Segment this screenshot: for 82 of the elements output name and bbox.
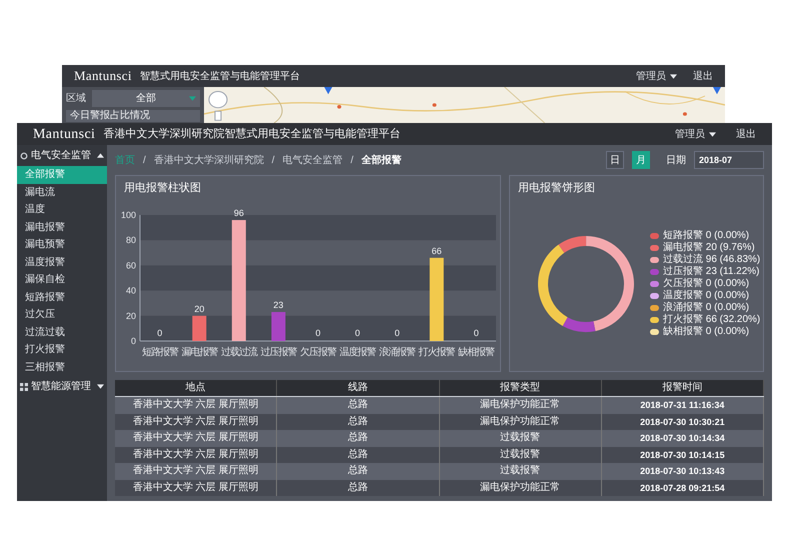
bar-value-label: 0	[474, 328, 479, 338]
bar-value-label: 0	[316, 328, 320, 338]
category-label: 过压报警	[260, 346, 296, 358]
breadcrumb-link[interactable]: 香港中文大学深圳研究院	[154, 152, 264, 168]
bar	[271, 312, 286, 340]
breadcrumb-separator: /	[142, 154, 147, 168]
legend-label: 欠压报警 0 (0.00%)	[663, 276, 750, 290]
sidebar-item[interactable]: 温度报警	[17, 254, 107, 271]
category-label: 短路报警	[142, 346, 178, 358]
bar-value-label: 23	[273, 300, 284, 310]
window-title: 香港中文大学深圳研究院智慧式用电安全监管与电能管理平台	[103, 126, 400, 142]
window-title: 智慧式用电安全监管与电能管理平台	[140, 70, 300, 84]
y-tick-label: 0	[130, 336, 136, 346]
column-header: 报警时间	[602, 380, 764, 396]
category-label: 缺相报警	[458, 346, 494, 358]
user-menu[interactable]: 管理员	[636, 68, 677, 84]
table-cell: 香港中文大学 六层 展厅照明	[115, 480, 278, 496]
sidebar-group[interactable]: 智慧能源管理	[17, 376, 107, 397]
bar	[192, 315, 206, 340]
column-header: 线路	[277, 380, 440, 396]
caret-icon	[709, 132, 716, 136]
breadcrumb-current: 全部报警	[361, 154, 402, 168]
sidebar-item[interactable]: 打火报警	[17, 341, 107, 358]
sidebar-item[interactable]: 漏保自检	[17, 271, 107, 288]
panel-title: 今日警报占比情况	[66, 110, 200, 122]
date-label: 日期	[666, 154, 686, 168]
bar-value-label: 0	[355, 328, 360, 338]
y-tick-label: 40	[126, 285, 136, 296]
legend-label: 温度报警 0 (0.00%)	[663, 288, 750, 302]
sidebar-item[interactable]: 漏电报警	[17, 218, 107, 236]
sidebar-item[interactable]: 漏电预警	[17, 236, 107, 254]
logout-link[interactable]: 退出	[736, 126, 756, 142]
period-button[interactable]: 日	[606, 151, 624, 169]
category-label: 欠压报警	[300, 346, 336, 358]
y-tick-label: 80	[126, 234, 136, 245]
region-select[interactable]: 全部	[92, 90, 200, 107]
grid-icon	[20, 382, 28, 390]
column-header: 报警类型	[440, 380, 602, 396]
legend-label: 过压报警 23 (11.22%)	[663, 264, 760, 278]
legend-label: 漏电报警 20 (9.76%)	[663, 240, 755, 254]
logout-link[interactable]: 退出	[693, 68, 713, 84]
sidebar-group[interactable]: 电气安全监管	[17, 145, 107, 166]
sidebar-item[interactable]: 三相报警	[17, 358, 107, 376]
bar-value-label: 66	[432, 245, 442, 256]
caret-icon	[189, 96, 196, 101]
table-cell: 2018-07-28 09:21:54	[602, 480, 764, 496]
category-label: 漏电报警	[181, 346, 218, 358]
chart-title: 用电报警柱状图	[123, 181, 202, 196]
category-label: 打火报警	[418, 346, 455, 358]
sidebar-item[interactable]: 漏电流	[17, 184, 107, 201]
y-tick-label: 60	[126, 260, 136, 270]
legend-label: 浪涌报警 0 (0.00%)	[663, 300, 750, 314]
bar-value-label: 20	[194, 303, 204, 314]
bar-value-label: 0	[157, 328, 162, 338]
user-menu[interactable]: 管理员	[675, 126, 716, 142]
column-header: 地点	[115, 380, 278, 396]
logo: Mantunsci	[74, 67, 132, 86]
legend-label: 打火报警 66 (32.20%)	[663, 312, 760, 326]
sidebar-item[interactable]: 温度	[17, 201, 107, 218]
region-label: 区域	[66, 92, 87, 106]
breadcrumb-link[interactable]: 电气安全监管	[282, 152, 343, 168]
y-tick-label: 20	[126, 310, 136, 320]
breadcrumb-separator: /	[270, 154, 276, 168]
sidebar-item[interactable]: 短路报警	[17, 288, 107, 306]
y-tick-label: 100	[120, 210, 136, 220]
table-cell: 漏电保护功能正常	[440, 480, 602, 496]
sidebar-item[interactable]: 过流过载	[17, 324, 107, 341]
breadcrumb-separator: /	[350, 154, 354, 168]
legend-label: 缺相报警 0 (0.00%)	[663, 324, 750, 340]
legend-label: 短路报警 0 (0.00%)	[663, 228, 750, 242]
bar-value-label: 0	[394, 328, 400, 338]
caret-icon	[670, 74, 677, 78]
category-label: 温度报警	[340, 346, 376, 358]
logo: Mantunsci	[33, 126, 96, 144]
table-cell: 总路	[277, 480, 440, 496]
chart-title: 用电报警饼形图	[517, 181, 596, 196]
category-label: 过载过流	[220, 346, 257, 358]
sidebar-item[interactable]: 过欠压	[17, 306, 107, 324]
legend-label: 过载过流 96 (46.83%)	[663, 252, 760, 266]
date-field[interactable]: 2018-07	[694, 151, 764, 169]
category-label: 浪涌报警	[379, 346, 416, 358]
bar-value-label: 96	[234, 208, 244, 218]
